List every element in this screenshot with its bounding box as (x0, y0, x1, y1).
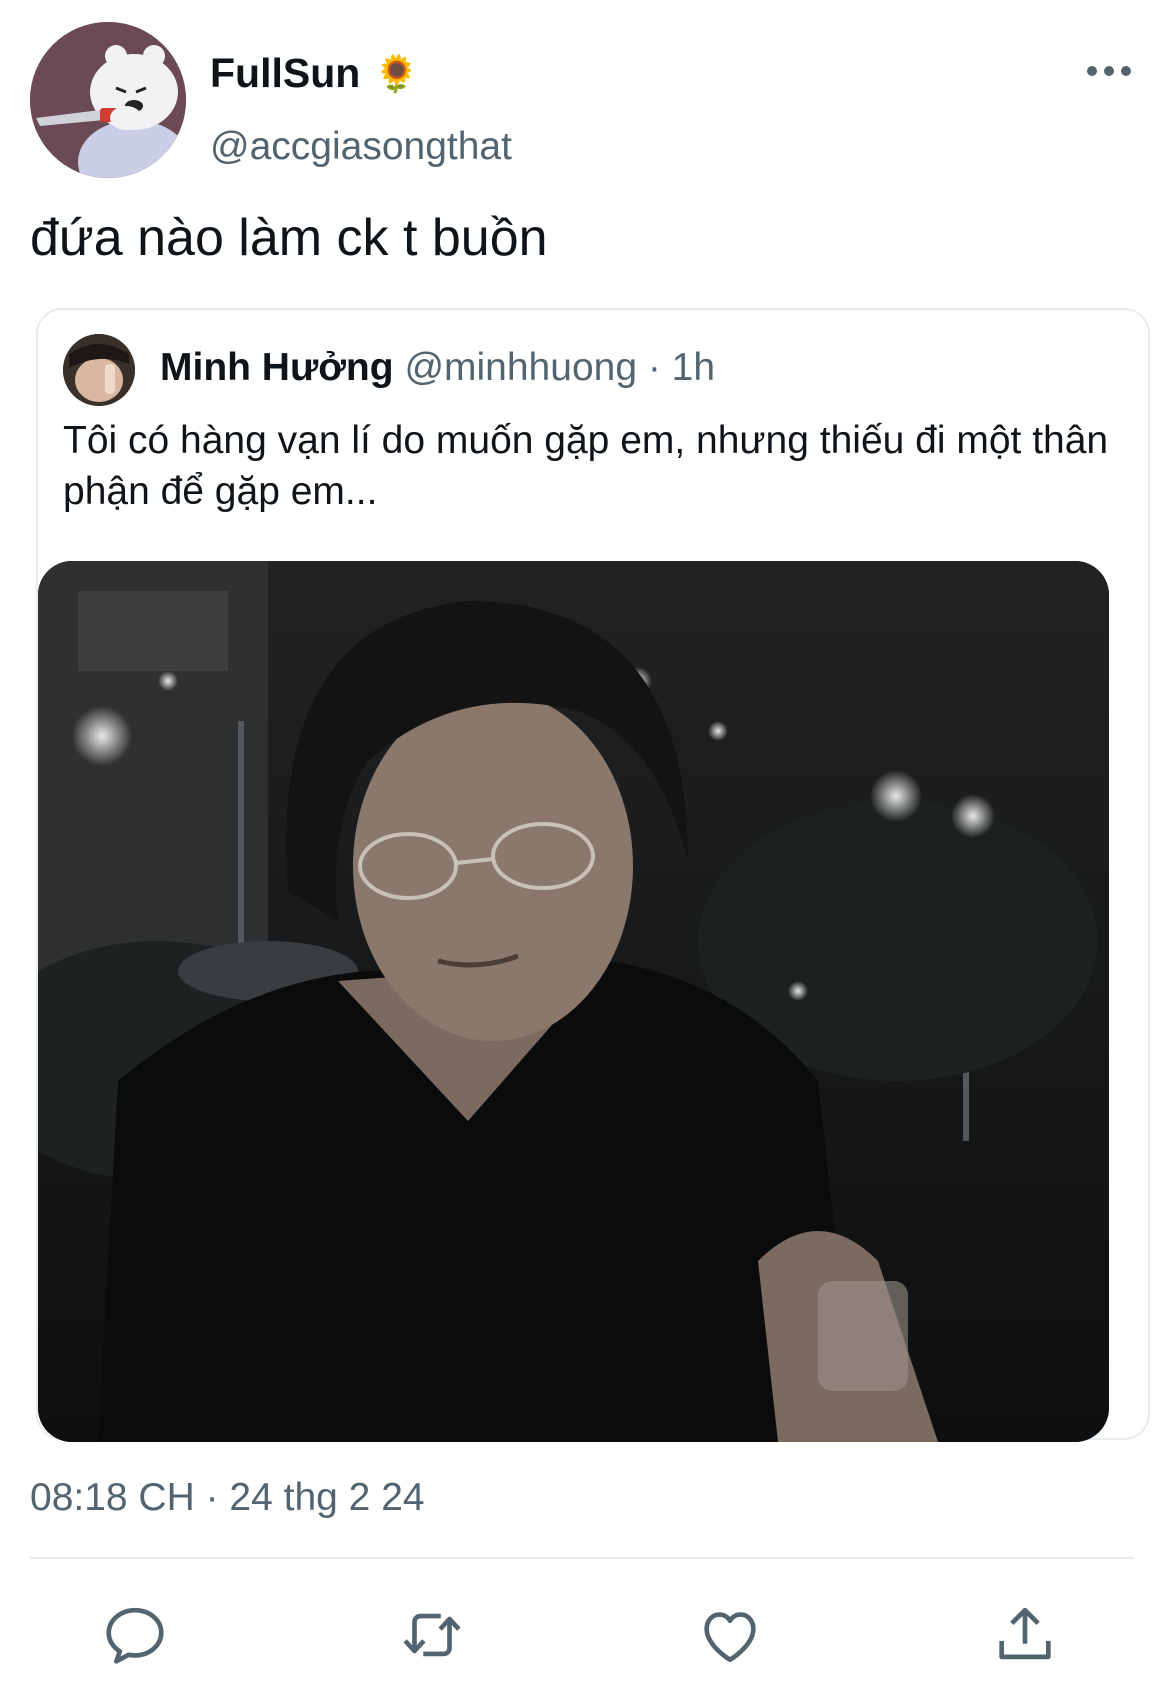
night-portrait-photo-icon (38, 561, 1109, 1442)
sunflower-icon: 🌻 (374, 52, 420, 94)
reply-button[interactable] (100, 1600, 170, 1670)
author-display-name: FullSun (210, 50, 361, 96)
divider (30, 1557, 1134, 1559)
share-icon (999, 1607, 1051, 1660)
quoted-display-name[interactable]: Minh Hưởng (160, 346, 394, 389)
tweet-text: đứa nào làm ck t buồn (30, 209, 548, 267)
retweet-button[interactable] (397, 1600, 467, 1670)
quoted-handle[interactable]: @minhhuong (404, 346, 637, 389)
quoted-header: Minh Hưởng @minhhuong · 1h (160, 346, 715, 390)
more-dots-icon (1087, 66, 1131, 76)
author-avatar[interactable] (30, 22, 186, 178)
quoted-time: · 1h (637, 346, 716, 389)
like-icon (704, 1612, 756, 1663)
quoted-avatar-photo-icon (63, 334, 135, 406)
quoted-tweet-text: Tôi có hàng vạn lí do muốn gặp em, nhưng… (63, 419, 1109, 513)
quoted-media-image[interactable] (38, 561, 1109, 1442)
author-handle[interactable]: @accgiasongthat (210, 125, 512, 169)
tweet-timestamp[interactable]: 08:18 CH · 24 thg 2 24 (30, 1476, 425, 1520)
reply-icon (106, 1607, 164, 1664)
share-button[interactable] (990, 1600, 1060, 1670)
like-button[interactable] (695, 1600, 765, 1670)
author-name[interactable]: FullSun 🌻 (210, 50, 419, 97)
quoted-author-avatar[interactable] (63, 334, 135, 406)
more-options-button[interactable] (1085, 64, 1133, 83)
retweet-icon (403, 1613, 461, 1657)
cartoon-bear-avatar-icon (30, 22, 186, 178)
